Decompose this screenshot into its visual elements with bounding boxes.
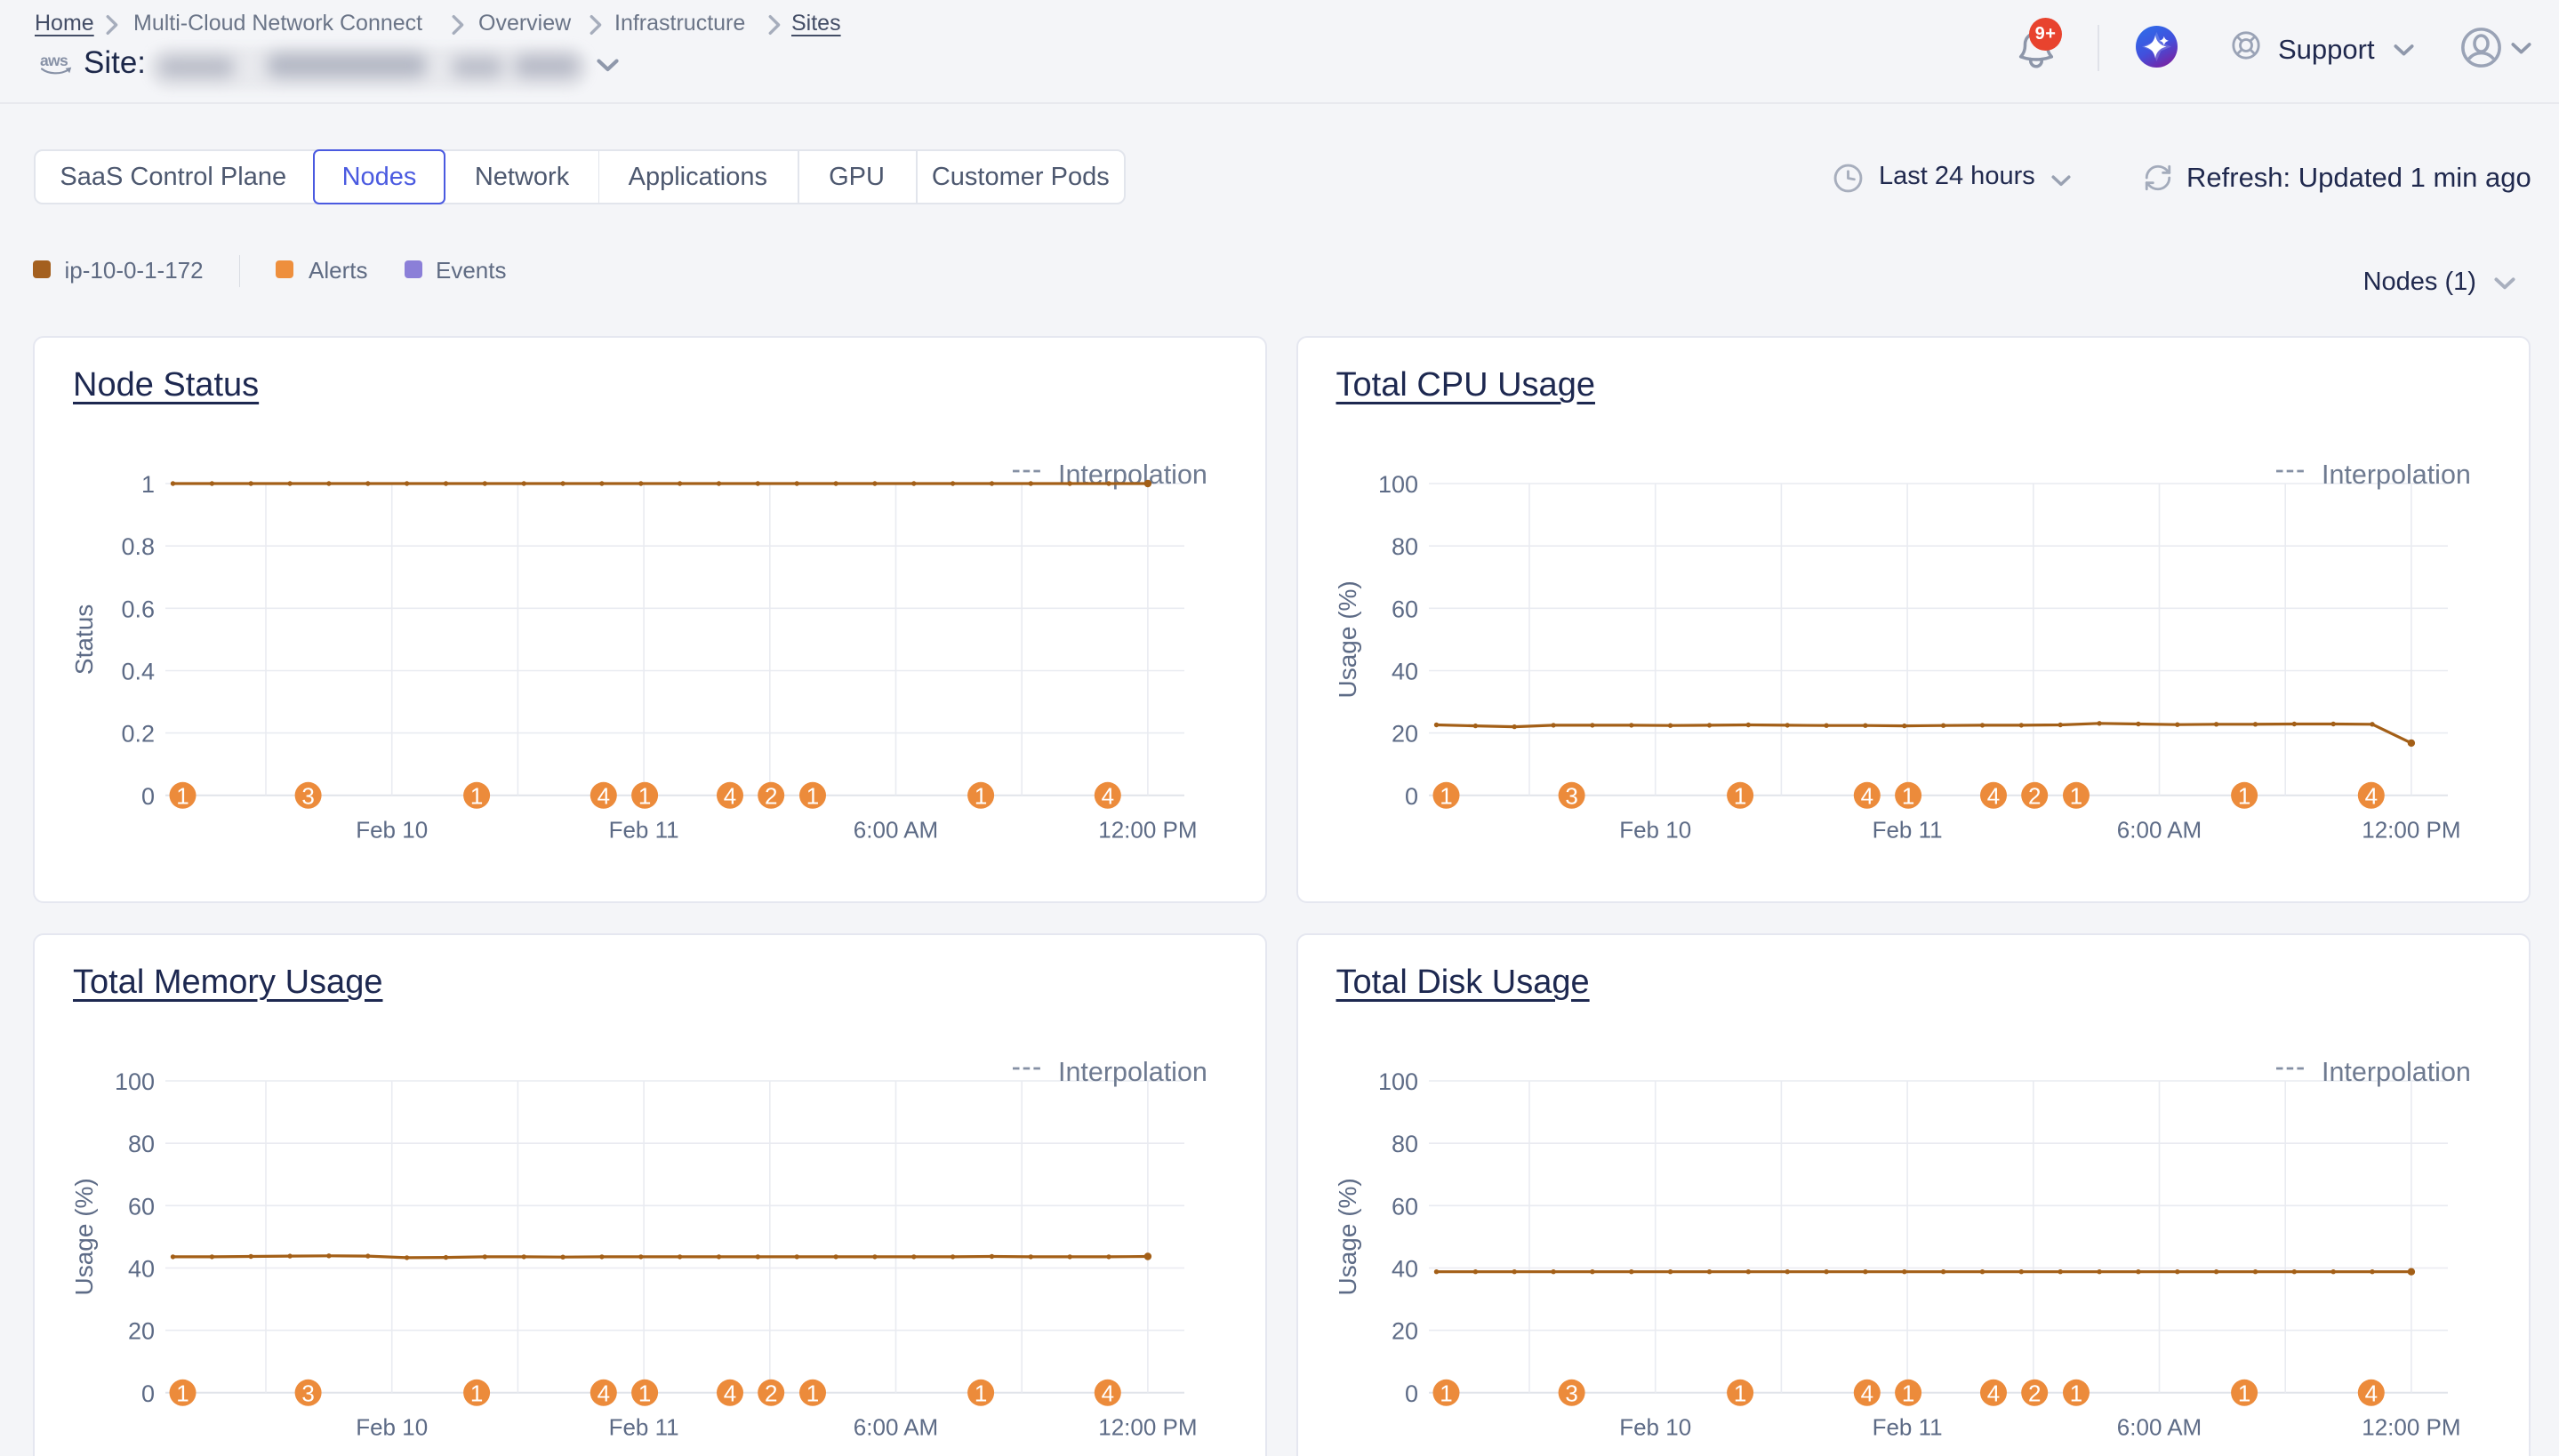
svg-text:1: 1	[1440, 782, 1452, 809]
svg-text:1: 1	[1733, 1380, 1745, 1406]
svg-text:80: 80	[1391, 1131, 1417, 1157]
svg-text:12:00 PM: 12:00 PM	[2362, 816, 2460, 843]
svg-text:Usage (%): Usage (%)	[70, 1178, 98, 1295]
svg-text:Feb 10: Feb 10	[1619, 816, 1691, 843]
svg-text:60: 60	[1391, 596, 1417, 622]
svg-text:4: 4	[1986, 1380, 1999, 1406]
svg-text:2: 2	[2027, 782, 2040, 809]
svg-text:1: 1	[141, 471, 155, 498]
svg-text:1: 1	[1440, 1380, 1452, 1406]
svg-text:100: 100	[1377, 1068, 1417, 1095]
svg-text:6:00 AM: 6:00 AM	[2116, 816, 2201, 843]
svg-text:Usage (%): Usage (%)	[1334, 580, 1361, 698]
svg-text:4: 4	[598, 1380, 610, 1406]
svg-text:2: 2	[2027, 1380, 2040, 1406]
svg-text:1: 1	[2237, 782, 2250, 809]
svg-text:2: 2	[765, 782, 777, 809]
svg-text:3: 3	[301, 1380, 314, 1406]
svg-text:1: 1	[470, 1380, 483, 1406]
svg-text:1: 1	[638, 782, 651, 809]
svg-text:1: 1	[176, 782, 189, 809]
svg-text:2: 2	[765, 1380, 777, 1406]
svg-text:Feb 11: Feb 11	[609, 816, 679, 843]
svg-text:60: 60	[128, 1193, 155, 1220]
svg-text:12:00 PM: 12:00 PM	[1098, 1413, 1197, 1440]
svg-text:1: 1	[2237, 1380, 2250, 1406]
svg-text:6:00 AM: 6:00 AM	[2116, 1413, 2201, 1440]
svg-text:Usage (%): Usage (%)	[1334, 1178, 1361, 1295]
svg-text:1: 1	[176, 1380, 189, 1406]
svg-text:1: 1	[638, 1380, 651, 1406]
svg-text:1: 1	[975, 782, 987, 809]
svg-text:1: 1	[1733, 782, 1745, 809]
svg-text:4: 4	[1860, 782, 1873, 809]
svg-text:6:00 AM: 6:00 AM	[854, 816, 938, 843]
svg-text:80: 80	[1391, 533, 1417, 560]
svg-text:12:00 PM: 12:00 PM	[1098, 816, 1197, 843]
svg-text:Feb 10: Feb 10	[356, 1413, 428, 1440]
svg-text:80: 80	[128, 1131, 155, 1157]
svg-text:60: 60	[1391, 1193, 1417, 1220]
svg-text:4: 4	[1860, 1380, 1873, 1406]
svg-text:Interpolation: Interpolation	[1058, 460, 1207, 490]
svg-text:1: 1	[1901, 782, 1913, 809]
svg-text:0: 0	[141, 1380, 155, 1407]
svg-text:100: 100	[115, 1068, 155, 1095]
svg-text:Status: Status	[70, 604, 98, 675]
svg-text:100: 100	[1377, 471, 1417, 498]
svg-text:40: 40	[1391, 659, 1417, 685]
svg-text:Feb 11: Feb 11	[609, 1413, 679, 1440]
svg-text:20: 20	[1391, 1318, 1417, 1345]
svg-text:1: 1	[975, 1380, 987, 1406]
svg-text:4: 4	[1102, 1380, 1114, 1406]
svg-text:0.4: 0.4	[121, 659, 155, 685]
svg-text:4: 4	[724, 1380, 736, 1406]
svg-text:0.8: 0.8	[121, 533, 155, 560]
svg-text:0.6: 0.6	[121, 596, 155, 622]
svg-text:20: 20	[128, 1318, 155, 1345]
svg-text:0.2: 0.2	[121, 721, 155, 748]
svg-text:0: 0	[1404, 1380, 1417, 1407]
svg-text:1: 1	[806, 782, 819, 809]
svg-text:0: 0	[1404, 783, 1417, 810]
svg-text:Feb 10: Feb 10	[356, 816, 428, 843]
svg-text:Interpolation: Interpolation	[1058, 1057, 1207, 1087]
svg-text:4: 4	[724, 782, 736, 809]
svg-text:Feb 11: Feb 11	[1872, 816, 1942, 843]
svg-text:1: 1	[2069, 782, 2082, 809]
svg-text:1: 1	[2069, 1380, 2082, 1406]
svg-text:4: 4	[1986, 782, 1999, 809]
svg-text:40: 40	[128, 1256, 155, 1283]
svg-text:3: 3	[1565, 1380, 1577, 1406]
svg-text:3: 3	[1565, 782, 1577, 809]
svg-text:4: 4	[2364, 1380, 2377, 1406]
svg-text:1: 1	[1901, 1380, 1913, 1406]
svg-text:Feb 11: Feb 11	[1872, 1413, 1942, 1440]
svg-text:40: 40	[1391, 1256, 1417, 1283]
svg-text:Interpolation: Interpolation	[2322, 1057, 2471, 1087]
svg-text:aws: aws	[40, 53, 68, 69]
svg-text:4: 4	[598, 782, 610, 809]
svg-text:6:00 AM: 6:00 AM	[854, 1413, 938, 1440]
svg-text:Interpolation: Interpolation	[2322, 460, 2471, 490]
svg-text:1: 1	[806, 1380, 819, 1406]
svg-text:4: 4	[2364, 782, 2377, 809]
svg-text:0: 0	[141, 783, 155, 810]
svg-text:3: 3	[301, 782, 314, 809]
svg-text:20: 20	[1391, 721, 1417, 748]
svg-text:Feb 10: Feb 10	[1619, 1413, 1691, 1440]
svg-text:4: 4	[1102, 782, 1114, 809]
svg-text:1: 1	[470, 782, 483, 809]
svg-text:12:00 PM: 12:00 PM	[2362, 1413, 2460, 1440]
